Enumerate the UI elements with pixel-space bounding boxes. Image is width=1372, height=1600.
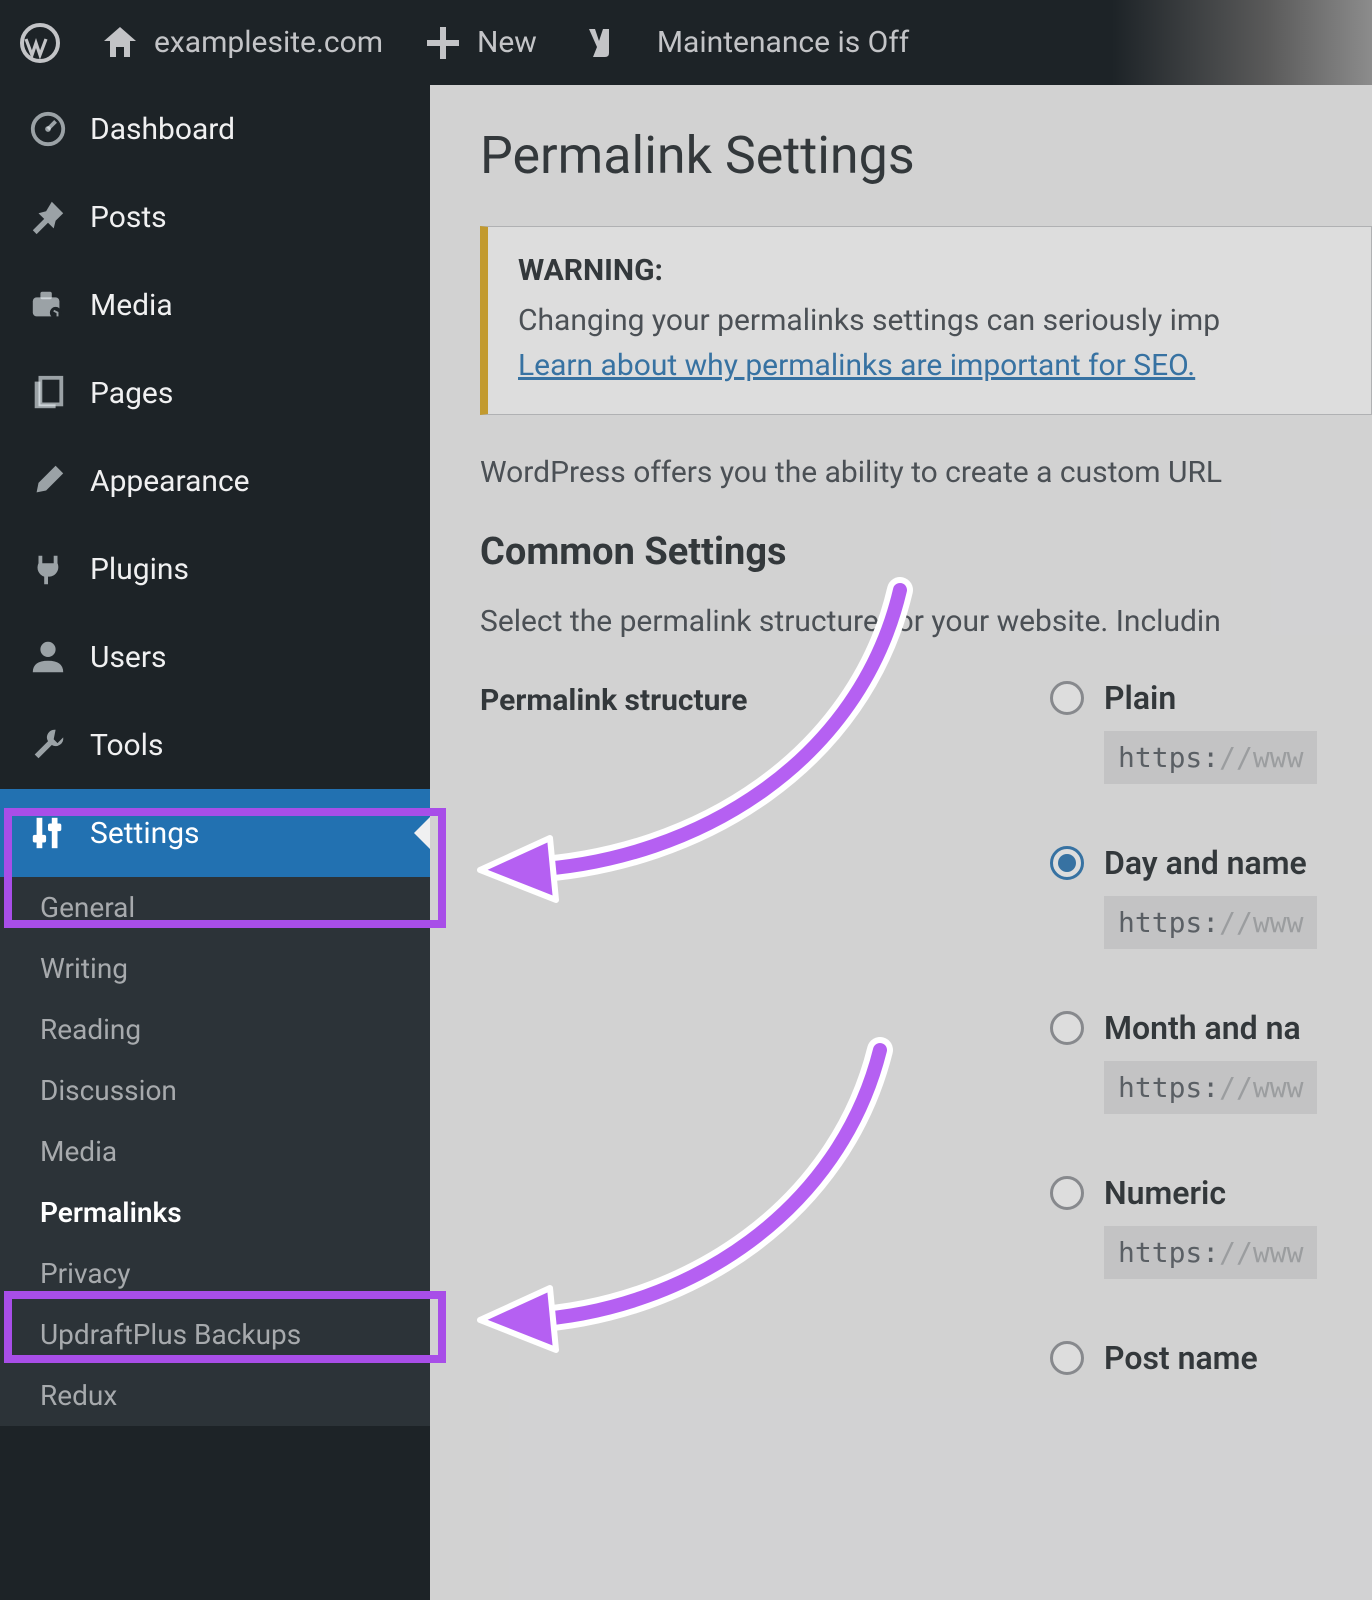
submenu-privacy[interactable]: Privacy: [0, 1243, 430, 1304]
section-subtext: Select the permalink structure for your …: [480, 604, 1372, 639]
sidebar-item-label: Settings: [90, 816, 200, 851]
radio-post-name[interactable]: [1050, 1341, 1084, 1375]
warning-box: WARNING: Changing your permalinks settin…: [480, 226, 1372, 415]
pin-icon: [26, 195, 70, 239]
sidebar-item-plugins[interactable]: Plugins: [0, 525, 430, 613]
sidebar-item-label: Media: [90, 288, 173, 323]
intro-text: WordPress offers you the ability to crea…: [480, 455, 1372, 490]
plug-icon: [26, 547, 70, 591]
user-icon: [26, 635, 70, 679]
yoast-item[interactable]: [577, 23, 617, 63]
wrench-icon: [26, 723, 70, 767]
sidebar-item-label: Posts: [90, 200, 167, 235]
sidebar-item-label: Pages: [90, 376, 173, 411]
new-content[interactable]: New: [423, 23, 537, 63]
brush-icon: [26, 459, 70, 503]
page-title: Permalink Settings: [480, 125, 1372, 186]
sidebar-item-pages[interactable]: Pages: [0, 349, 430, 437]
submenu-updraftplus[interactable]: UpdraftPlus Backups: [0, 1304, 430, 1365]
url-plain: https://www: [1104, 731, 1317, 784]
radio-day-name[interactable]: [1050, 846, 1084, 880]
dashboard-icon: [26, 107, 70, 151]
option-day-name[interactable]: Day and name https://www: [1050, 844, 1372, 949]
url-numeric: https://www: [1104, 1226, 1317, 1279]
sidebar-item-posts[interactable]: Posts: [0, 173, 430, 261]
submenu-general[interactable]: General: [0, 877, 430, 938]
sidebar-item-settings[interactable]: Settings: [0, 789, 430, 877]
submenu-permalinks[interactable]: Permalinks: [0, 1182, 430, 1243]
submenu-media[interactable]: Media: [0, 1121, 430, 1182]
url-day-name: https://www: [1104, 896, 1317, 949]
camera-icon: [26, 283, 70, 327]
warning-title: WARNING:: [518, 253, 1341, 288]
yoast-icon: [577, 23, 617, 63]
settings-submenu: General Writing Reading Discussion Media…: [0, 877, 430, 1426]
radio-plain[interactable]: [1050, 681, 1084, 715]
structure-options: Plain https://www Day and name https://w…: [1050, 679, 1372, 1437]
sidebar-item-label: Users: [90, 640, 167, 675]
submenu-writing[interactable]: Writing: [0, 938, 430, 999]
site-link[interactable]: examplesite.com: [100, 23, 383, 63]
sidebar-item-appearance[interactable]: Appearance: [0, 437, 430, 525]
maintenance-label: Maintenance is Off: [657, 25, 909, 60]
option-plain[interactable]: Plain https://www: [1050, 679, 1372, 784]
admin-sidebar: Dashboard Posts Media Pages Appearance P…: [0, 85, 430, 1600]
sidebar-item-label: Tools: [90, 728, 163, 763]
sidebar-item-label: Plugins: [90, 552, 189, 587]
sidebar-item-label: Appearance: [90, 464, 250, 499]
sidebar-item-media[interactable]: Media: [0, 261, 430, 349]
option-numeric[interactable]: Numeric https://www: [1050, 1174, 1372, 1279]
warning-link[interactable]: Learn about why permalinks are important…: [518, 348, 1195, 383]
new-label: New: [477, 25, 537, 60]
radio-numeric[interactable]: [1050, 1176, 1084, 1210]
adminbar-fade: [1112, 0, 1372, 85]
page-content: Permalink Settings WARNING: Changing you…: [430, 85, 1372, 1600]
submenu-discussion[interactable]: Discussion: [0, 1060, 430, 1121]
permalink-structure-row: Permalink structure Plain https://www Da…: [480, 679, 1372, 1437]
option-month-name[interactable]: Month and na https://www: [1050, 1009, 1372, 1114]
url-month-name: https://www: [1104, 1061, 1317, 1114]
section-title: Common Settings: [480, 530, 1372, 574]
structure-label: Permalink structure: [480, 679, 1050, 718]
site-name: examplesite.com: [154, 25, 383, 60]
wp-logo[interactable]: [20, 23, 60, 63]
sliders-icon: [26, 811, 70, 855]
sidebar-item-users[interactable]: Users: [0, 613, 430, 701]
option-post-name[interactable]: Post name: [1050, 1339, 1372, 1377]
maintenance-toggle[interactable]: Maintenance is Off: [657, 25, 909, 60]
plus-icon: [423, 23, 463, 63]
radio-month-name[interactable]: [1050, 1011, 1084, 1045]
pages-icon: [26, 371, 70, 415]
sidebar-item-tools[interactable]: Tools: [0, 701, 430, 789]
submenu-redux[interactable]: Redux: [0, 1365, 430, 1426]
warning-text: Changing your permalinks settings can se…: [518, 298, 1341, 388]
submenu-reading[interactable]: Reading: [0, 999, 430, 1060]
home-icon: [100, 23, 140, 63]
sidebar-item-label: Dashboard: [90, 112, 235, 147]
sidebar-item-dashboard[interactable]: Dashboard: [0, 85, 430, 173]
